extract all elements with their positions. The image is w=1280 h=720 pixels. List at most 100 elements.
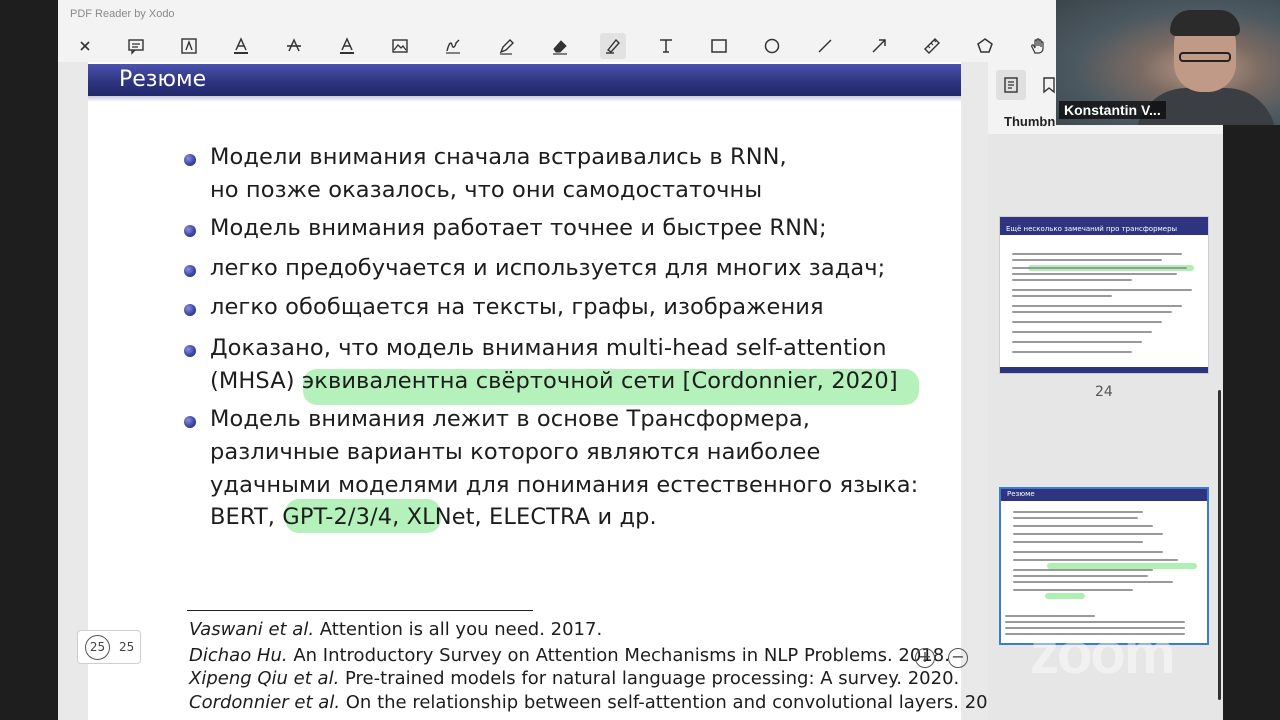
- text-line: [1013, 517, 1138, 519]
- arrow-icon[interactable]: [866, 33, 892, 59]
- thumbnail-header: Резюме: [1001, 489, 1207, 501]
- text-line: [1012, 273, 1177, 275]
- bullet-marker: [184, 345, 196, 357]
- reference: Cordonnier et al. On the relationship be…: [189, 692, 1011, 713]
- slide-header-shadow: [88, 96, 961, 102]
- reference-author: Cordonnier et al.: [189, 692, 341, 713]
- text-box-icon[interactable]: [176, 33, 202, 59]
- reference-text: On the relationship between self-attenti…: [340, 692, 1011, 713]
- text-line: [1012, 289, 1192, 291]
- text-line: [1012, 331, 1152, 333]
- reference: Xipeng Qiu et al. Pre-trained models for…: [189, 668, 959, 689]
- bullet-text: легко предобучается и используется для м…: [210, 255, 886, 281]
- document-viewport[interactable]: Резюме Модели внимания сначала встраивал…: [58, 62, 1011, 720]
- text-line: [1012, 295, 1112, 297]
- thumbnail-scrollbar[interactable]: [1218, 390, 1221, 700]
- bullet-marker: [184, 265, 196, 277]
- bullet-text: удачными моделями для понимания естестве…: [210, 472, 919, 498]
- annotation-toolbar: [58, 30, 1223, 62]
- bullet-text: Модели внимания сначала встраивались в R…: [210, 144, 787, 170]
- bullet-marker: [184, 154, 196, 166]
- strikethrough-icon[interactable]: [281, 33, 307, 59]
- slide-page: Резюме Модели внимания сначала встраивал…: [88, 62, 1011, 720]
- thumbnail-title: Ещё несколько замечаний про трансформеры: [1006, 225, 1178, 233]
- zoom-watermark: zoom: [1030, 621, 1175, 686]
- text-color-icon[interactable]: [334, 33, 360, 59]
- title-bar: PDF Reader by Xodo: [58, 0, 1223, 30]
- text-line: [1013, 575, 1148, 577]
- text-line: [1013, 559, 1178, 561]
- text-line: [1012, 267, 1187, 269]
- text-line: [1013, 551, 1163, 553]
- reference-text: Attention is all you need. 2017.: [314, 619, 603, 640]
- current-page-number: 25: [85, 635, 110, 660]
- zoom-in-button[interactable]: +: [915, 648, 935, 668]
- bullet-marker: [184, 225, 196, 237]
- total-pages: 25: [119, 640, 135, 654]
- reference: Vaswani et al. Attention is all you need…: [189, 619, 602, 640]
- text-underline-icon[interactable]: [228, 33, 254, 59]
- slide-header: Резюме: [88, 64, 961, 96]
- close-icon[interactable]: [72, 33, 98, 59]
- reference-author: Vaswani et al.: [189, 619, 315, 640]
- bullet-text: (MHSA) эквивалентна свёрточной сети [Cor…: [210, 368, 898, 394]
- bullet-text: но позже оказалось, что они самодостаточ…: [210, 177, 763, 203]
- footnote-rule: [187, 610, 533, 611]
- text-line: [1013, 589, 1133, 591]
- ellipse-icon[interactable]: [759, 33, 785, 59]
- eraser-icon[interactable]: [547, 33, 573, 59]
- rectangle-icon[interactable]: [706, 33, 732, 59]
- reference-text: An Introductory Survey on Attention Mech…: [287, 645, 950, 666]
- panel-label: Thumbn: [1004, 114, 1056, 129]
- bullet-marker: [184, 304, 196, 316]
- thumbnail-footer: [1000, 367, 1208, 373]
- text-line: [1012, 259, 1162, 261]
- text-line: [1012, 305, 1182, 307]
- polygon-icon[interactable]: [972, 33, 998, 59]
- pen-icon[interactable]: [494, 33, 520, 59]
- text-line: [1012, 253, 1182, 255]
- participant-glasses: [1179, 52, 1231, 62]
- text-line: [1013, 533, 1163, 535]
- text-line: [1012, 341, 1142, 343]
- bullet-text: Модель внимания лежит в основе Трансформ…: [210, 406, 811, 432]
- line-icon[interactable]: [812, 33, 838, 59]
- app-title: PDF Reader by Xodo: [70, 8, 175, 20]
- text-line: [1013, 569, 1153, 571]
- zoom-out-button[interactable]: −: [948, 648, 968, 668]
- participant-name: Konstantin V...: [1059, 101, 1166, 119]
- ruler-icon[interactable]: [919, 33, 945, 59]
- text-line: [1012, 321, 1162, 323]
- thumbnails-tab-icon[interactable]: [996, 70, 1026, 100]
- page-indicator[interactable]: 25 25: [77, 630, 141, 664]
- thumbnail-header: Ещё несколько замечаний про трансформеры: [1000, 217, 1208, 235]
- image-icon[interactable]: [387, 33, 413, 59]
- thumbnail-page-24[interactable]: Ещё несколько замечаний про трансформеры: [999, 216, 1209, 374]
- thumbnail-number: 24: [1095, 384, 1113, 400]
- reference-author: Xipeng Qiu et al.: [189, 668, 340, 689]
- text-line: [1012, 279, 1132, 281]
- bullet-text: Доказано, что модель внимания multi-head…: [210, 335, 887, 361]
- highlight-mark: [1045, 593, 1085, 599]
- reference: Dichao Hu. An Introductory Survey on Att…: [189, 645, 950, 666]
- text-line: [1013, 511, 1143, 513]
- reference-text: Pre-trained models for natural language …: [339, 668, 960, 689]
- text-line: [1013, 581, 1173, 583]
- bullet-marker: [184, 416, 196, 428]
- text-icon[interactable]: [653, 33, 679, 59]
- highlighter-icon[interactable]: [600, 33, 626, 59]
- thumbnail-title: Резюме: [1007, 490, 1035, 498]
- screen: PDF Reader by Xodo Резюме Модели внимани…: [0, 0, 1280, 720]
- hand-icon[interactable]: [1025, 33, 1051, 59]
- participant-video[interactable]: Konstantin V...: [1056, 0, 1280, 125]
- text-line: [1012, 311, 1172, 313]
- background-margin: [1223, 125, 1280, 720]
- text-line: [1013, 525, 1153, 527]
- signature-icon[interactable]: [440, 33, 466, 59]
- comment-icon[interactable]: [123, 33, 149, 59]
- slide-title: Резюме: [119, 67, 207, 92]
- bullet-text: Модель внимания работает точнее и быстре…: [210, 215, 827, 241]
- text-line: [1013, 541, 1143, 543]
- text-line: [1012, 351, 1132, 353]
- reference-author: Dichao Hu.: [189, 645, 288, 666]
